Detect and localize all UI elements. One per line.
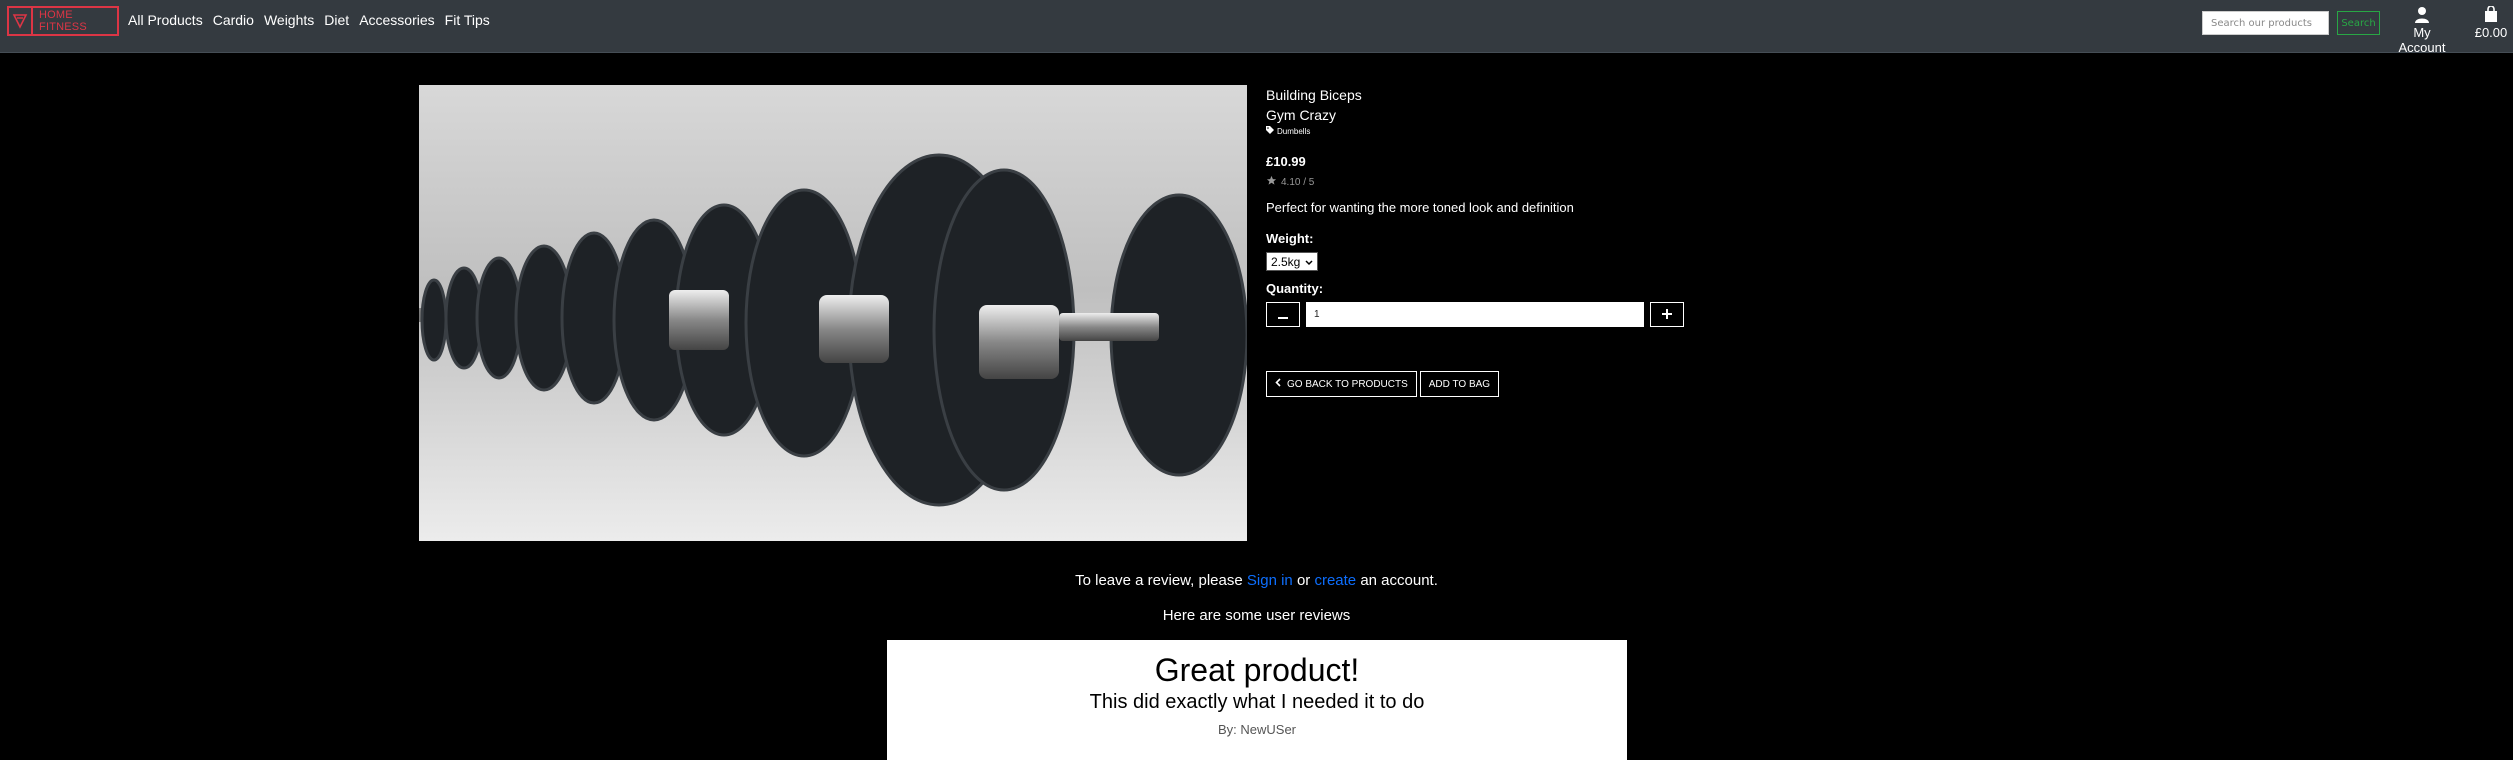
review-title: Great product! (1154, 652, 1360, 688)
minus-icon (1278, 306, 1288, 324)
weight-label: Weight: (1266, 231, 1314, 246)
review-author: By: NewUSer (1217, 722, 1297, 737)
product-price: £10.99 (1266, 154, 1306, 169)
weight-select[interactable]: 2.5kg (1266, 252, 1318, 271)
product-image (419, 85, 1247, 541)
sign-in-link[interactable]: Sign in (1247, 572, 1293, 589)
search-input[interactable]: Search our products (2202, 11, 2329, 35)
review-login-prompt: To leave a review, please Sign in or cre… (0, 572, 2513, 589)
logo-icon (9, 8, 34, 34)
decrement-button[interactable] (1266, 302, 1300, 327)
review-prompt-or: or (1296, 572, 1311, 589)
back-to-products-button[interactable]: GO BACK TO PRODUCTS (1266, 371, 1417, 397)
product-name: Building Biceps (1266, 87, 1362, 103)
nav-fit-tips[interactable]: Fit Tips (445, 12, 490, 28)
review-prompt-prefix: To leave a review, please (1075, 572, 1243, 589)
reviews-heading: Here are some user reviews (1162, 607, 1351, 624)
nav-accessories[interactable]: Accessories (359, 12, 434, 28)
product-brand: Gym Crazy (1266, 107, 1336, 123)
create-account-link[interactable]: create (1314, 572, 1356, 589)
review-card: Great product! This did exactly what I n… (887, 640, 1627, 760)
product-details: Building Biceps Gym Crazy Dumbells £10.9… (1266, 85, 1686, 397)
nav-diet[interactable]: Diet (324, 12, 349, 28)
quantity-stepper: 1 (1266, 302, 1686, 327)
action-buttons: GO BACK TO PRODUCTS ADD TO BAG (1266, 371, 1686, 397)
product-description: Perfect for wanting the more toned look … (1266, 200, 1574, 215)
category-label: Dumbells (1277, 126, 1311, 136)
nav-cardio[interactable]: Cardio (213, 12, 254, 28)
brand-name: HOME FITNESS (39, 9, 87, 33)
nav-weights[interactable]: Weights (264, 12, 314, 28)
product-rating: 4.10 / 5 (1266, 175, 1686, 189)
category-tag[interactable]: Dumbells (1266, 126, 1686, 136)
add-to-bag-button[interactable]: ADD TO BAG (1419, 371, 1500, 397)
chevron-down-icon (1305, 255, 1313, 269)
nav-all-products[interactable]: All Products (128, 12, 203, 28)
navbar: HOME FITNESS All Products Cardio Weights… (0, 0, 2513, 55)
rating-value: 4.10 / 5 (1281, 176, 1315, 188)
back-button-label: GO BACK TO PRODUCTS (1287, 378, 1408, 390)
my-account-link[interactable]: My Account (2392, 3, 2452, 55)
user-icon (2392, 3, 2452, 25)
review-prompt-suffix: an account. (1360, 572, 1438, 589)
tag-icon (1266, 126, 1274, 136)
bag-total: £0.00 (2474, 25, 2508, 40)
chevron-left-icon (1275, 378, 1281, 390)
main-nav: All Products Cardio Weights Diet Accesso… (128, 12, 490, 28)
quantity-label: Quantity: (1266, 281, 1324, 296)
weight-value: 2.5kg (1271, 254, 1301, 269)
shopping-bag-icon (2474, 3, 2508, 25)
increment-button[interactable] (1650, 302, 1684, 327)
brand-logo[interactable]: HOME FITNESS (7, 6, 119, 36)
star-icon (1266, 175, 1277, 189)
shopping-bag-link[interactable]: £0.00 (2474, 3, 2508, 40)
plus-icon (1662, 306, 1672, 324)
review-body: This did exactly what I needed it to do (1089, 691, 1425, 713)
search-button[interactable]: Search (2337, 11, 2380, 35)
quantity-input[interactable]: 1 (1306, 302, 1644, 327)
account-label: My Account (2398, 25, 2446, 55)
